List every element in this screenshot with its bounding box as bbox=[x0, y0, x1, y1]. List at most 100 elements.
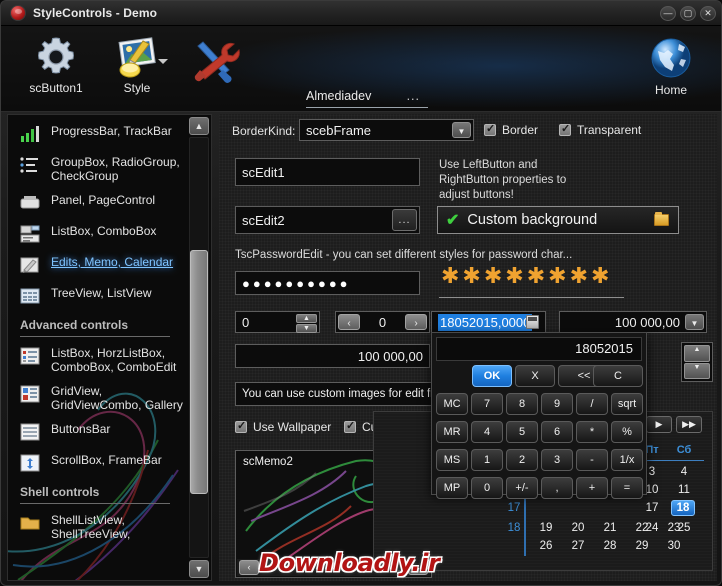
memo-scroll-left-button[interactable]: ‹ bbox=[239, 560, 259, 575]
calc-button-plusminus[interactable]: +/- bbox=[506, 477, 538, 499]
calendar-day[interactable]: 29 bbox=[630, 540, 654, 552]
calendar-day[interactable]: 28 bbox=[598, 540, 622, 552]
calendar-day[interactable]: 27 bbox=[566, 540, 590, 552]
calendar-day[interactable]: 11 bbox=[672, 484, 696, 496]
calendar-day[interactable]: 23 bbox=[662, 522, 686, 534]
calc-button-ok[interactable]: OK bbox=[472, 365, 512, 387]
checkbox-box[interactable] bbox=[235, 419, 247, 433]
spinedit-input[interactable]: 0 ▲ ▼ bbox=[235, 311, 320, 333]
calendar-next-button[interactable]: ▶ bbox=[646, 416, 672, 433]
calc-button-5[interactable]: 5 bbox=[506, 421, 538, 443]
toolbar-button-scbutton1[interactable]: scButton1 bbox=[21, 35, 91, 95]
checkbox-box[interactable] bbox=[344, 419, 356, 433]
toolbar-button-style[interactable]: Style bbox=[101, 37, 173, 95]
calendar-day[interactable]: 19 bbox=[534, 522, 558, 534]
sidebar-item-progressbar[interactable]: ProgressBar, TrackBar bbox=[8, 119, 188, 150]
updown-input[interactable]: ‹ 0 › bbox=[335, 311, 430, 333]
custom-background-button[interactable]: ✔ Custom background bbox=[437, 206, 679, 234]
calendar-day[interactable]: 20 bbox=[566, 522, 590, 534]
calendar-day[interactable]: 26 bbox=[534, 540, 558, 552]
spin-down-icon[interactable]: ▼ bbox=[296, 324, 317, 333]
checkbox-use-wallpaper[interactable]: Use Wallpaper bbox=[235, 419, 331, 434]
calendar-day-prev[interactable]: 18 bbox=[502, 522, 526, 534]
toolbar-button-home[interactable]: Home bbox=[641, 35, 701, 97]
sidebar-item-listbox[interactable]: ListBox, ComboBox bbox=[8, 219, 188, 250]
calc-button-2[interactable]: 2 bbox=[506, 449, 538, 471]
sidebar-item-listbox-advanced[interactable]: ListBox, HorzListBox, ComboBox, ComboEdi… bbox=[8, 341, 188, 379]
calendar-last-button[interactable]: ▶▶ bbox=[676, 416, 702, 433]
maximize-button[interactable]: ▢ bbox=[680, 6, 696, 21]
sidebar-item-groupbox[interactable]: GroupBox, RadioGroup, CheckGroup bbox=[8, 150, 188, 188]
calc-button-equals[interactable]: = bbox=[611, 477, 643, 499]
sidebar-item-shelllistview[interactable]: ShellListView, ShellTreeView, bbox=[8, 508, 188, 546]
checkbox-box[interactable] bbox=[484, 122, 496, 136]
calc-button-8[interactable]: 8 bbox=[506, 393, 538, 415]
calc-button-6[interactable]: 6 bbox=[541, 421, 573, 443]
calc-button-ms[interactable]: MS bbox=[436, 449, 468, 471]
scedit2-input[interactable]: scEdit2 ... bbox=[235, 206, 420, 234]
calendar-day[interactable]: 17 bbox=[640, 502, 664, 514]
calc-button-sqrt[interactable]: sqrt bbox=[611, 393, 643, 415]
calc-button-reciprocal[interactable]: 1/x bbox=[611, 449, 643, 471]
calc-button-0[interactable]: 0 bbox=[471, 477, 503, 499]
password-edit-stars[interactable]: ✱✱✱✱✱✱✱✱ bbox=[441, 264, 612, 289]
calc-button-x[interactable]: X bbox=[515, 365, 555, 387]
calc-button-mr[interactable]: MR bbox=[436, 421, 468, 443]
calc-button-4[interactable]: 4 bbox=[471, 421, 503, 443]
updown-right-button[interactable]: › bbox=[405, 314, 427, 330]
calc-button-1[interactable]: 1 bbox=[471, 449, 503, 471]
chevron-down-icon[interactable]: ▼ bbox=[452, 122, 471, 138]
right-spin-control[interactable]: ▲ ▼ bbox=[681, 342, 713, 382]
minimize-button[interactable]: — bbox=[660, 6, 676, 21]
chevron-down-icon[interactable] bbox=[158, 59, 168, 64]
calendar-day-prev[interactable]: 17 bbox=[502, 502, 526, 514]
calc-button-multiply[interactable]: * bbox=[576, 421, 608, 443]
almediadev-ellipsis[interactable]: ... bbox=[407, 89, 420, 103]
sidebar-item-scrollbox[interactable]: ScrollBox, FrameBar bbox=[8, 448, 188, 479]
sidebar-item-treeview[interactable]: TreeView, ListView bbox=[8, 281, 188, 312]
calc-button-3[interactable]: 3 bbox=[541, 449, 573, 471]
spin-up-icon[interactable]: ▲ bbox=[684, 345, 710, 362]
spin-buttons[interactable]: ▲ ▼ bbox=[296, 314, 317, 333]
chevron-down-icon[interactable]: ▼ bbox=[685, 314, 704, 330]
sidebar-item-buttonsbar[interactable]: ButtonsBar bbox=[8, 417, 188, 448]
calc-button-plus[interactable]: + bbox=[576, 477, 608, 499]
images-hint-input[interactable]: You can use custom images for edit fram bbox=[235, 382, 450, 406]
borderkind-combobox[interactable]: scebFrame ▼ bbox=[299, 119, 474, 141]
close-button[interactable]: ✕ bbox=[700, 6, 716, 21]
currency-combo-input[interactable]: 100 000,00 ▼ bbox=[559, 311, 707, 333]
spin-up-icon[interactable]: ▲ bbox=[296, 314, 317, 323]
checkbox-border[interactable]: Border bbox=[484, 122, 538, 137]
checkbox-box[interactable] bbox=[559, 122, 571, 136]
scedit2-browse-button[interactable]: ... bbox=[392, 209, 417, 231]
sidebar-scroll-down-button[interactable]: ▼ bbox=[189, 560, 209, 578]
calc-button-mp[interactable]: MP bbox=[436, 477, 468, 499]
almediadev-link[interactable]: Almediadev ... bbox=[306, 89, 428, 108]
calc-button-9[interactable]: 9 bbox=[541, 393, 573, 415]
checkbox-transparent[interactable]: Transparent bbox=[559, 122, 641, 137]
calendar-day[interactable]: 4 bbox=[672, 466, 696, 478]
calendar-day[interactable]: 21 bbox=[598, 522, 622, 534]
spin-down-icon[interactable]: ▼ bbox=[684, 362, 710, 379]
amount-input[interactable]: 100 000,00 bbox=[235, 344, 430, 368]
sidebar-scroll-up-button[interactable]: ▲ bbox=[189, 117, 209, 135]
sidebar-item-panel[interactable]: Panel, PageControl bbox=[8, 188, 188, 219]
calculator-icon[interactable] bbox=[526, 315, 539, 329]
updown-left-button[interactable]: ‹ bbox=[338, 314, 360, 330]
calc-button-7[interactable]: 7 bbox=[471, 393, 503, 415]
calendar-day[interactable]: 30 bbox=[662, 540, 686, 552]
calc-button-percent[interactable]: % bbox=[611, 421, 643, 443]
sidebar-scrollbar-thumb[interactable] bbox=[190, 250, 208, 494]
calc-button-mc[interactable]: MC bbox=[436, 393, 468, 415]
calendar-day[interactable]: 22 bbox=[630, 522, 654, 534]
toolbar-button-tools[interactable] bbox=[181, 38, 253, 84]
scedit1-input[interactable]: scEdit1 bbox=[235, 158, 420, 186]
password-edit-dots[interactable]: ●●●●●●●●●● bbox=[235, 271, 420, 295]
calc-button-comma[interactable]: , bbox=[541, 477, 573, 499]
calc-button-clear[interactable]: C bbox=[593, 365, 643, 387]
calc-button-minus[interactable]: - bbox=[576, 449, 608, 471]
sidebar-item-edits-memo-calendar[interactable]: Edits, Memo, Calendar bbox=[8, 250, 188, 281]
calendar-day-selected[interactable]: 18 bbox=[671, 500, 695, 516]
calcedit-input[interactable]: 18052015,0000 bbox=[431, 311, 546, 333]
calc-button-divide[interactable]: / bbox=[576, 393, 608, 415]
